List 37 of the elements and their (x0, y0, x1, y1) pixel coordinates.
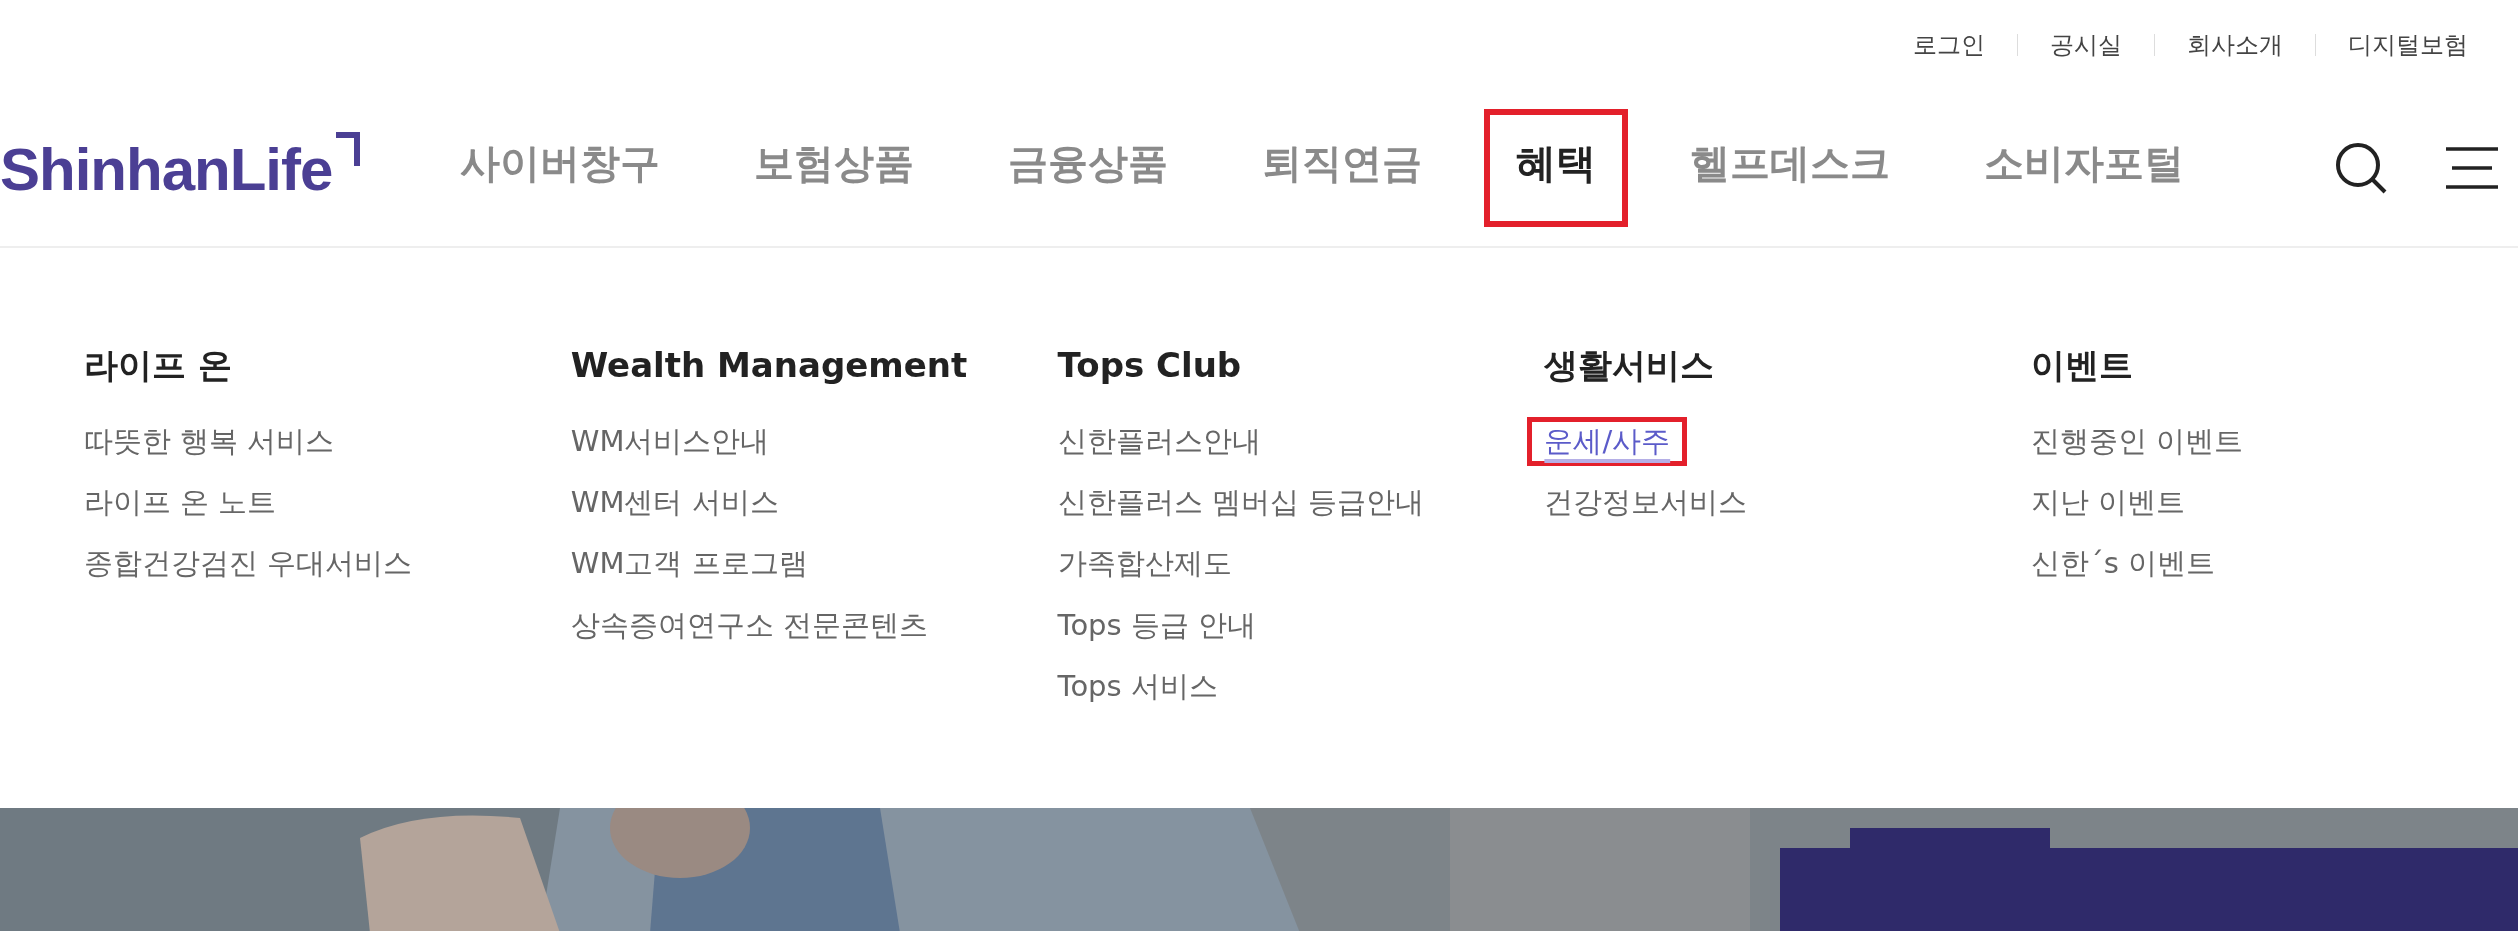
menu-link[interactable]: 운세/사주 (1527, 417, 1688, 467)
menu-link[interactable]: 신한´s 이벤트 (2014, 539, 2232, 589)
nav-tab[interactable]: 혜택 (1484, 109, 1629, 227)
menu-link[interactable]: 지난 이벤트 (2014, 478, 2203, 528)
utility-link[interactable]: 회사소개 (2155, 33, 2315, 57)
nav-tab[interactable]: 퇴직연금 (1230, 109, 1455, 227)
menu-link[interactable]: Tops 서비스 (1040, 661, 1235, 711)
utility-link[interactable]: 디지털보험 (2316, 33, 2500, 57)
menu-link[interactable]: 라이프 온 노트 (67, 478, 294, 528)
logo-mark-icon (336, 132, 361, 166)
nav-tab[interactable]: 금융상품 (976, 109, 1201, 227)
nav-tab[interactable]: 소비자포털 (1952, 109, 2217, 227)
menu-link[interactable]: 상속증여연구소 전문콘텐츠 (553, 600, 945, 650)
menu-link[interactable]: 진행중인 이벤트 (2014, 417, 2261, 467)
nav-tab[interactable]: 사이버창구 (428, 109, 693, 227)
menu-heading: 라이프 온 (84, 344, 232, 387)
utility-link[interactable]: 공시실 (2018, 33, 2154, 57)
nav-tab[interactable]: 보험상품 (722, 109, 947, 227)
menu-heading: Tops Club (1057, 344, 1242, 387)
menu-link[interactable]: Tops 등급 안내 (1040, 600, 1274, 650)
menu-link[interactable]: WM서비스안내 (553, 417, 787, 467)
menu-link[interactable]: 건강정보서비스 (1527, 478, 1765, 528)
menu-icon[interactable] (2446, 147, 2498, 189)
search-icon[interactable] (2334, 141, 2388, 195)
menu-link[interactable]: WM고객 프로그램 (553, 539, 825, 589)
menu-link[interactable]: WM센터 서비스 (553, 478, 796, 528)
menu-link[interactable]: 따뜻한 행복 서비스 (67, 417, 352, 467)
menu-link[interactable]: 가족합산제도 (1040, 539, 1249, 589)
menu-link[interactable]: 신한플러스안내 (1040, 417, 1278, 467)
utility-link[interactable]: 로그인 (1881, 33, 2017, 57)
menu-heading: 이벤트 (2031, 344, 2134, 387)
menu-heading: Wealth Management (570, 344, 968, 387)
menu-link[interactable]: 신한플러스 멤버십 등급안내 (1040, 478, 1442, 528)
logo[interactable]: ShinhanLife (0, 136, 361, 200)
menu-link[interactable]: 종합건강검진 우대서비스 (67, 539, 430, 589)
menu-heading: 생활서비스 (1544, 344, 1715, 387)
nav-tab[interactable]: 헬프데스크 (1658, 109, 1923, 227)
